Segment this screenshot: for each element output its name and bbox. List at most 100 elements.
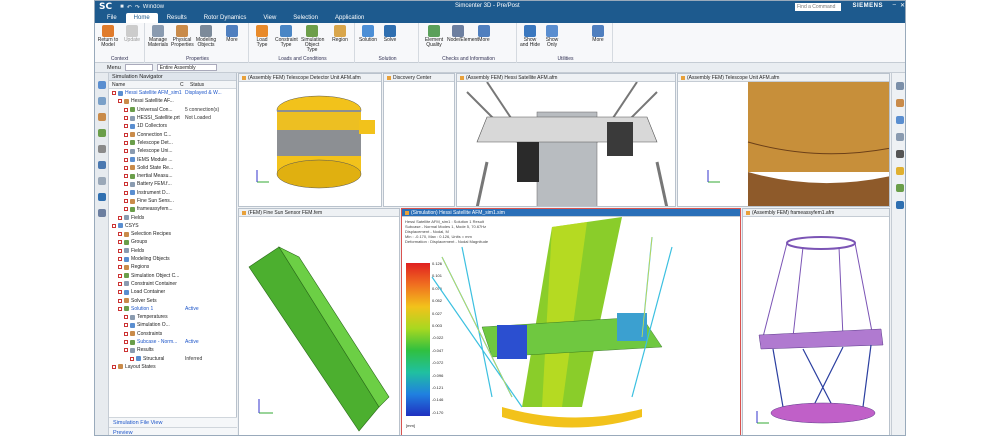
rotate-icon[interactable] xyxy=(896,116,904,124)
menu-rotor-dynamics[interactable]: Rotor Dynamics xyxy=(196,13,255,23)
tree-row[interactable]: Telescope Det... xyxy=(109,139,236,147)
checkbox-icon[interactable] xyxy=(118,99,122,104)
tree-row[interactable]: HESSI_Satellite.prt Not Loaded xyxy=(109,114,236,122)
column-name[interactable]: Name xyxy=(109,81,177,88)
checkbox-icon[interactable] xyxy=(124,199,128,203)
close-icon[interactable]: ✕ xyxy=(900,2,905,9)
update-button[interactable]: Update xyxy=(121,25,143,43)
pan-icon[interactable] xyxy=(896,133,904,141)
viewport-tab[interactable]: Discovery Center xyxy=(384,74,454,82)
viewport-hessi-satellite[interactable]: (Assembly FEM) Hessi Satellite AFM.afm xyxy=(456,73,676,207)
display-icon[interactable] xyxy=(896,150,904,158)
minimize-icon[interactable]: – xyxy=(893,2,896,9)
tree-row[interactable]: Solver Sets xyxy=(109,296,236,304)
clock-icon[interactable] xyxy=(98,209,106,217)
node-element-button[interactable]: Node/Element xyxy=(447,25,479,43)
show-and-hide-button[interactable]: Show and Hide xyxy=(519,25,541,48)
solve-button[interactable]: Solve xyxy=(379,25,401,43)
viewport-telescope-unit[interactable]: (Assembly FEM) Telescope Unit AFM.afm xyxy=(677,73,890,207)
tree-row[interactable]: 1D Collectors xyxy=(109,122,236,130)
column-c[interactable]: C xyxy=(177,81,187,88)
checkbox-icon[interactable] xyxy=(118,281,122,286)
tree-row[interactable]: Selection Recipes xyxy=(109,230,236,238)
save-icon[interactable]: ■ xyxy=(120,4,124,11)
region-button[interactable]: Region xyxy=(329,25,351,43)
tree-row[interactable]: Connection C... xyxy=(109,130,236,138)
assembly-icon[interactable] xyxy=(98,97,106,105)
checkbox-icon[interactable] xyxy=(124,348,128,353)
fem-icon[interactable] xyxy=(98,129,106,137)
history-icon[interactable] xyxy=(98,145,106,153)
tree-row[interactable]: Modeling Objects xyxy=(109,255,236,263)
web-icon[interactable] xyxy=(98,161,106,169)
tree-row[interactable]: Universal Con... 5 connection(s) xyxy=(109,106,236,114)
tree-row[interactable]: Simulation Object C... xyxy=(109,272,236,280)
checkbox-icon[interactable] xyxy=(130,356,134,361)
view-orient-icon[interactable] xyxy=(896,82,904,90)
section-icon[interactable] xyxy=(896,184,904,192)
viewport-fine-sun-sensor[interactable]: (FEM) Fine Sun Sensor FEM.fem xyxy=(238,208,400,435)
scope-filter-select[interactable]: Entire Assembly xyxy=(156,64,217,71)
checkbox-icon[interactable] xyxy=(124,165,128,170)
checkbox-icon[interactable] xyxy=(118,290,122,295)
tree-row[interactable]: IEMS Module ... xyxy=(109,155,236,163)
physical-properties-button[interactable]: Physical Properties xyxy=(171,25,194,48)
tree-row[interactable]: CSYS xyxy=(109,222,236,230)
checkbox-icon[interactable] xyxy=(124,190,128,195)
viewport-frame-assembly[interactable]: (Assembly FEM) frameassyfem1.afm xyxy=(742,208,890,435)
viewport-tab[interactable]: (Simulation) Hessi Satellite AFM_sim1.si… xyxy=(402,209,740,217)
tree-row[interactable]: Results xyxy=(109,346,236,354)
tree-row[interactable]: Load Container xyxy=(109,288,236,296)
manage-materials-button[interactable]: Manage Materials xyxy=(147,25,169,48)
constraint-type-button[interactable]: Constraint Type xyxy=(275,25,298,48)
checkbox-icon[interactable] xyxy=(124,124,128,129)
tree-row[interactable]: Solution 1 Active xyxy=(109,305,236,313)
checkbox-icon[interactable] xyxy=(112,364,116,369)
tree-row[interactable]: Hessi Satellite AF... xyxy=(109,97,236,105)
column-status[interactable]: Status xyxy=(187,81,204,88)
checkbox-icon[interactable] xyxy=(124,315,128,320)
tree-row[interactable]: Layout States xyxy=(109,363,236,371)
part-icon[interactable] xyxy=(98,113,106,121)
tree-row[interactable]: Battery FEM.f... xyxy=(109,180,236,188)
checkbox-icon[interactable] xyxy=(124,182,128,187)
checkbox-icon[interactable] xyxy=(118,248,122,253)
viewport-tab[interactable]: (FEM) Fine Sun Sensor FEM.fem xyxy=(239,209,399,217)
tree-row[interactable]: Instrument D... xyxy=(109,189,236,197)
solution-button[interactable]: Solution xyxy=(357,25,379,43)
redo-icon[interactable]: ↷ xyxy=(135,4,140,11)
menu-application[interactable]: Application xyxy=(327,13,372,23)
tree-row[interactable]: Subcase - Norm... Active xyxy=(109,338,236,346)
load-type-button[interactable]: Load Type xyxy=(251,25,273,48)
return-to-model-button[interactable]: Return to Model xyxy=(97,25,119,48)
menu-button[interactable]: Menu xyxy=(107,65,121,71)
navigator-icon[interactable] xyxy=(98,81,106,89)
checkbox-icon[interactable] xyxy=(124,140,128,145)
viewport-simulation-result[interactable]: (Simulation) Hessi Satellite AFM_sim1.si… xyxy=(401,208,741,435)
menu-results[interactable]: Results xyxy=(159,13,195,23)
viewport-tab[interactable]: (Assembly FEM) frameassyfem1.afm xyxy=(743,209,889,217)
checkbox-icon[interactable] xyxy=(118,265,122,270)
menu-file[interactable]: File xyxy=(99,13,125,23)
tree-row[interactable]: Constraint Container xyxy=(109,280,236,288)
checkbox-icon[interactable] xyxy=(124,116,128,121)
tree-row[interactable]: Solid State Re... xyxy=(109,164,236,172)
tree-row[interactable]: Fields xyxy=(109,213,236,221)
tree-row[interactable]: Structural Inferred xyxy=(109,355,236,363)
checkbox-icon[interactable] xyxy=(124,323,128,328)
layer-icon[interactable] xyxy=(896,201,904,209)
checks-more-button[interactable]: More xyxy=(473,25,495,43)
viewport-tab[interactable]: (Assembly FEM) Telescope Detector Unit A… xyxy=(239,74,381,82)
simulation-object-type-button[interactable]: Simulation Object Type xyxy=(301,25,324,53)
checkbox-icon[interactable] xyxy=(118,257,122,262)
tree-row[interactable]: Fields xyxy=(109,247,236,255)
tree-row[interactable]: Simulation O... xyxy=(109,321,236,329)
checkbox-icon[interactable] xyxy=(124,340,128,345)
show-only-button[interactable]: Show Only xyxy=(541,25,563,48)
checkbox-icon[interactable] xyxy=(118,215,122,220)
tree-row[interactable]: frameassyfem... xyxy=(109,205,236,213)
checkbox-icon[interactable] xyxy=(124,132,128,137)
checkbox-icon[interactable] xyxy=(118,240,122,245)
tree-row[interactable]: Regions xyxy=(109,263,236,271)
tree-row[interactable]: Temperatures xyxy=(109,313,236,321)
